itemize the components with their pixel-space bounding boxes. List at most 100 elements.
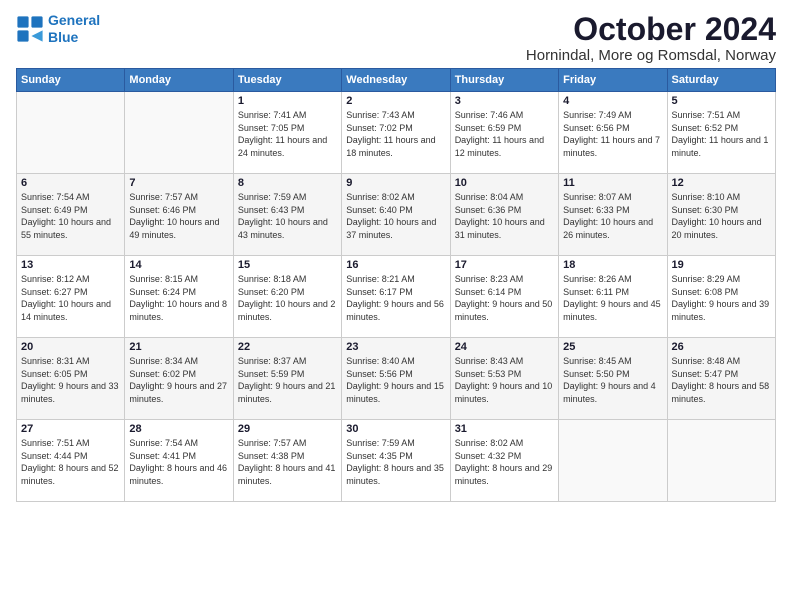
header: General Blue October 2024 Hornindal, Mor… [16,12,776,64]
header-saturday: Saturday [667,69,775,92]
calendar-cell: 8 Sunrise: 7:59 AM Sunset: 6:43 PM Daylig… [233,174,341,256]
title-block: October 2024 Hornindal, More og Romsdal,… [526,12,776,64]
calendar-week-row: 1Sunrise: 7:41 AM Sunset: 7:05 PM Daylig… [17,92,776,174]
day-number: 15 [238,259,337,271]
day-info: Sunrise: 7:54 AM Sunset: 6:49 PM Dayligh… [21,191,120,241]
calendar-cell: 31 Sunrise: 8:02 AM Sunset: 4:32 PM Dayli… [450,420,558,502]
day-info: Sunrise: 8:02 AM Sunset: 4:32 PM Dayligh… [455,437,554,487]
calendar-cell: 24Sunrise: 8:43 AM Sunset: 5:53 PM Dayli… [450,338,558,420]
day-info: Sunrise: 7:59 AM Sunset: 6:43 PM Dayligh… [238,191,337,241]
day-info: Sunrise: 7:51 AM Sunset: 6:52 PM Dayligh… [672,109,771,159]
calendar-cell: 26 Sunrise: 8:48 AM Sunset: 5:47 PM Dayli… [667,338,775,420]
header-sunday: Sunday [17,69,125,92]
day-number: 27 [21,423,120,435]
day-number: 17 [455,259,554,271]
header-thursday: Thursday [450,69,558,92]
day-number: 19 [672,259,771,271]
calendar-week-row: 20Sunrise: 8:31 AM Sunset: 6:05 PM Dayli… [17,338,776,420]
day-number: 3 [455,95,554,107]
day-info: Sunrise: 8:29 AM Sunset: 6:08 PM Dayligh… [672,273,771,323]
calendar-cell: 1Sunrise: 7:41 AM Sunset: 7:05 PM Daylig… [233,92,341,174]
calendar-cell [559,420,667,502]
day-info: Sunrise: 8:45 AM Sunset: 5:50 PM Dayligh… [563,355,662,405]
calendar-week-row: 27 Sunrise: 7:51 AM Sunset: 4:44 PM Dayli… [17,420,776,502]
calendar-table: Sunday Monday Tuesday Wednesday Thursday… [16,68,776,502]
day-info: Sunrise: 8:48 AM Sunset: 5:47 PM Dayligh… [672,355,771,405]
day-info: Sunrise: 7:57 AM Sunset: 6:46 PM Dayligh… [129,191,228,241]
day-number: 16 [346,259,445,271]
day-info: Sunrise: 7:59 AM Sunset: 4:35 PM Dayligh… [346,437,445,487]
header-monday: Monday [125,69,233,92]
day-number: 11 [563,177,662,189]
day-number: 13 [21,259,120,271]
day-info: Sunrise: 8:04 AM Sunset: 6:36 PM Dayligh… [455,191,554,241]
calendar-cell: 11Sunrise: 8:07 AM Sunset: 6:33 PM Dayli… [559,174,667,256]
day-number: 14 [129,259,228,271]
calendar-cell: 19 Sunrise: 8:29 AM Sunset: 6:08 PM Dayli… [667,256,775,338]
day-number: 29 [238,423,337,435]
day-number: 2 [346,95,445,107]
calendar-cell [125,92,233,174]
calendar-cell: 3Sunrise: 7:46 AM Sunset: 6:59 PM Daylig… [450,92,558,174]
calendar-cell: 15 Sunrise: 8:18 AM Sunset: 6:20 PM Dayli… [233,256,341,338]
day-number: 21 [129,341,228,353]
day-number: 4 [563,95,662,107]
day-number: 6 [21,177,120,189]
month-title: October 2024 [526,12,776,47]
day-info: Sunrise: 8:21 AM Sunset: 6:17 PM Dayligh… [346,273,445,323]
day-info: Sunrise: 8:40 AM Sunset: 5:56 PM Dayligh… [346,355,445,405]
calendar-cell: 28Sunrise: 7:54 AM Sunset: 4:41 PM Dayli… [125,420,233,502]
header-tuesday: Tuesday [233,69,341,92]
calendar-cell [667,420,775,502]
day-number: 8 [238,177,337,189]
calendar-cell: 2 Sunrise: 7:43 AM Sunset: 7:02 PM Daylig… [342,92,450,174]
day-info: Sunrise: 8:43 AM Sunset: 5:53 PM Dayligh… [455,355,554,405]
calendar-cell: 5 Sunrise: 7:51 AM Sunset: 6:52 PM Daylig… [667,92,775,174]
day-info: Sunrise: 7:51 AM Sunset: 4:44 PM Dayligh… [21,437,120,487]
day-number: 28 [129,423,228,435]
day-number: 26 [672,341,771,353]
day-number: 12 [672,177,771,189]
day-info: Sunrise: 8:26 AM Sunset: 6:11 PM Dayligh… [563,273,662,323]
calendar-cell: 18Sunrise: 8:26 AM Sunset: 6:11 PM Dayli… [559,256,667,338]
header-friday: Friday [559,69,667,92]
day-number: 25 [563,341,662,353]
calendar-cell: 6 Sunrise: 7:54 AM Sunset: 6:49 PM Daylig… [17,174,125,256]
day-info: Sunrise: 8:12 AM Sunset: 6:27 PM Dayligh… [21,273,120,323]
calendar-cell: 14 Sunrise: 8:15 AM Sunset: 6:24 PM Dayli… [125,256,233,338]
calendar-cell [17,92,125,174]
day-info: Sunrise: 7:43 AM Sunset: 7:02 PM Dayligh… [346,109,445,159]
calendar-cell: 4 Sunrise: 7:49 AM Sunset: 6:56 PM Daylig… [559,92,667,174]
day-number: 10 [455,177,554,189]
calendar-cell: 29 Sunrise: 7:57 AM Sunset: 4:38 PM Dayli… [233,420,341,502]
day-info: Sunrise: 8:34 AM Sunset: 6:02 PM Dayligh… [129,355,228,405]
day-number: 22 [238,341,337,353]
day-info: Sunrise: 8:10 AM Sunset: 6:30 PM Dayligh… [672,191,771,241]
day-number: 31 [455,423,554,435]
day-number: 20 [21,341,120,353]
day-number: 30 [346,423,445,435]
day-number: 9 [346,177,445,189]
calendar-cell: 23 Sunrise: 8:40 AM Sunset: 5:56 PM Dayli… [342,338,450,420]
calendar-cell: 17Sunrise: 8:23 AM Sunset: 6:14 PM Dayli… [450,256,558,338]
day-number: 5 [672,95,771,107]
day-info: Sunrise: 8:18 AM Sunset: 6:20 PM Dayligh… [238,273,337,323]
calendar-cell: 20Sunrise: 8:31 AM Sunset: 6:05 PM Dayli… [17,338,125,420]
day-number: 23 [346,341,445,353]
calendar-cell: 9 Sunrise: 8:02 AM Sunset: 6:40 PM Daylig… [342,174,450,256]
logo-text: General Blue [48,12,100,46]
page-container: General Blue October 2024 Hornindal, Mor… [0,0,792,510]
calendar-cell: 30 Sunrise: 7:59 AM Sunset: 4:35 PM Dayli… [342,420,450,502]
calendar-header-row: Sunday Monday Tuesday Wednesday Thursday… [17,69,776,92]
header-wednesday: Wednesday [342,69,450,92]
day-info: Sunrise: 8:02 AM Sunset: 6:40 PM Dayligh… [346,191,445,241]
calendar-cell: 22Sunrise: 8:37 AM Sunset: 5:59 PM Dayli… [233,338,341,420]
calendar-cell: 21 Sunrise: 8:34 AM Sunset: 6:02 PM Dayli… [125,338,233,420]
day-info: Sunrise: 7:49 AM Sunset: 6:56 PM Dayligh… [563,109,662,159]
day-info: Sunrise: 7:57 AM Sunset: 4:38 PM Dayligh… [238,437,337,487]
calendar-cell: 25 Sunrise: 8:45 AM Sunset: 5:50 PM Dayli… [559,338,667,420]
calendar-week-row: 6 Sunrise: 7:54 AM Sunset: 6:49 PM Daylig… [17,174,776,256]
day-info: Sunrise: 8:15 AM Sunset: 6:24 PM Dayligh… [129,273,228,323]
calendar-cell: 7Sunrise: 7:57 AM Sunset: 6:46 PM Daylig… [125,174,233,256]
location: Hornindal, More og Romsdal, Norway [526,47,776,64]
